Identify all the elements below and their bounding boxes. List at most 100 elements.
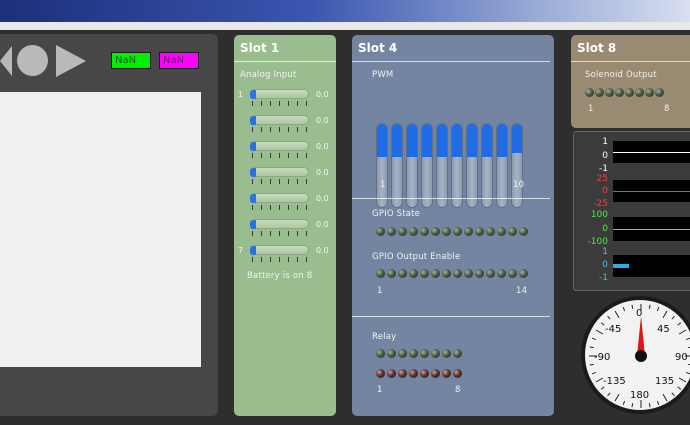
trace-marker <box>613 264 629 268</box>
range-start: 1 <box>588 104 594 114</box>
chart-tick-label: 0 <box>602 151 608 161</box>
strip-chart-2 <box>613 180 690 202</box>
gpio-enable-led <box>453 269 462 278</box>
analog-slider[interactable] <box>250 115 309 125</box>
analog-slider[interactable] <box>250 89 309 99</box>
pwm-fill <box>407 124 417 158</box>
gauge-tick <box>607 315 611 320</box>
slider-thumb[interactable] <box>250 194 256 203</box>
chart-tick-label: 1 <box>602 247 608 257</box>
gpio-enable-led <box>519 269 528 278</box>
gpio-enable-led <box>442 269 451 278</box>
gauge-tick <box>595 377 604 383</box>
slider-ticks <box>252 231 308 236</box>
gauge-tick <box>589 363 594 366</box>
gauge-tick <box>591 337 597 341</box>
analog-value: 0.0 <box>316 194 329 203</box>
gauge-tick <box>600 386 605 390</box>
pwm-fill <box>482 124 492 158</box>
stop-icon[interactable] <box>17 45 48 76</box>
slider-thumb[interactable] <box>250 168 256 177</box>
analog-input-row: 0.0 <box>238 115 334 139</box>
pwm-bar[interactable] <box>421 123 433 208</box>
gpio-state-led <box>409 227 418 236</box>
gpio-state-led <box>519 227 528 236</box>
slider-ticks <box>252 257 308 262</box>
gpio-state-led <box>464 227 473 236</box>
pwm-fill <box>422 124 432 158</box>
gauge-tick <box>648 403 651 408</box>
range-start: 1 <box>377 286 383 296</box>
analog-value: 0.0 <box>316 168 329 177</box>
nan-indicator-magenta: NaN <box>159 52 199 69</box>
relay-led <box>431 349 440 358</box>
chart-tick-label: -100 <box>587 237 608 247</box>
pwm-bar[interactable] <box>496 123 508 208</box>
slot-title: Slot 8 <box>577 41 617 55</box>
gpio-state-led <box>453 227 462 236</box>
strip-chart-3 <box>613 217 690 241</box>
pwm-bar[interactable] <box>451 123 463 208</box>
section-label: Relay <box>372 332 397 342</box>
pwm-bar[interactable] <box>406 123 418 208</box>
analog-slider[interactable] <box>250 219 309 229</box>
slot-title: Slot 4 <box>358 41 398 55</box>
gpio-enable-led <box>497 269 506 278</box>
window-titlebar[interactable] <box>0 0 690 22</box>
analog-slider[interactable] <box>250 141 309 151</box>
analog-input-row: 1 0.0 <box>238 89 334 113</box>
range-start: 1 <box>380 180 386 190</box>
relay-led <box>442 349 451 358</box>
gpio-enable-led <box>464 269 473 278</box>
analog-slider[interactable] <box>250 167 309 177</box>
relay-led-red <box>420 369 429 378</box>
slider-ticks <box>252 205 308 210</box>
gpio-enable-led <box>376 269 385 278</box>
pwm-bar[interactable] <box>391 123 403 208</box>
pwm-fill <box>467 124 477 158</box>
slider-thumb[interactable] <box>250 116 256 125</box>
slot-4-panel: Slot 4 PWM 1 10 GPIO State GPIO Output E… <box>352 35 554 416</box>
section-label: PWM <box>372 70 394 80</box>
range-end: 8 <box>664 104 670 114</box>
dashboard-window: NaN NaN Slot 1 Analog Input 1 0.0 0.0 0.0 0.… <box>0 0 690 425</box>
battery-note: Battery is on 8 <box>247 271 313 281</box>
chart-tick-label: 100 <box>590 210 608 220</box>
pwm-bar[interactable] <box>436 123 448 208</box>
solenoid-led <box>625 88 634 97</box>
pwm-fill <box>437 124 447 158</box>
slider-thumb[interactable] <box>250 90 256 99</box>
slider-thumb[interactable] <box>250 220 256 229</box>
pwm-bar[interactable] <box>481 123 493 208</box>
slider-thumb[interactable] <box>250 142 256 151</box>
section-label: Analog Input <box>240 70 297 80</box>
gauge-tick <box>595 329 604 335</box>
gauge-tick <box>631 304 634 309</box>
relay-led-red <box>398 369 407 378</box>
gauge-tick <box>656 306 660 312</box>
gauge-hub <box>635 350 647 362</box>
gpio-state-led <box>431 227 440 236</box>
pwm-bar[interactable] <box>376 123 388 208</box>
slider-thumb[interactable] <box>250 246 256 255</box>
analog-slider[interactable] <box>250 245 309 255</box>
prev-icon[interactable] <box>0 46 12 76</box>
channel-index: 1 <box>238 90 244 99</box>
solenoid-led <box>635 88 644 97</box>
pwm-bar[interactable] <box>466 123 478 208</box>
analog-input-row: 0.0 <box>238 141 334 165</box>
gpio-enable-led <box>387 269 396 278</box>
divider <box>352 316 550 317</box>
analog-value: 0.0 <box>316 90 329 99</box>
chart-tick-label: 0 <box>602 186 608 196</box>
chart-tick-label: 1 <box>602 137 608 147</box>
menu-strip <box>0 22 690 30</box>
analog-value: 0.0 <box>316 142 329 151</box>
gpio-enable-led <box>508 269 517 278</box>
pwm-fill <box>377 124 387 158</box>
pwm-bar[interactable] <box>511 123 523 208</box>
analog-slider[interactable] <box>250 193 309 203</box>
relay-led <box>409 349 418 358</box>
gpio-state-led <box>387 227 396 236</box>
play-icon[interactable] <box>56 45 86 77</box>
